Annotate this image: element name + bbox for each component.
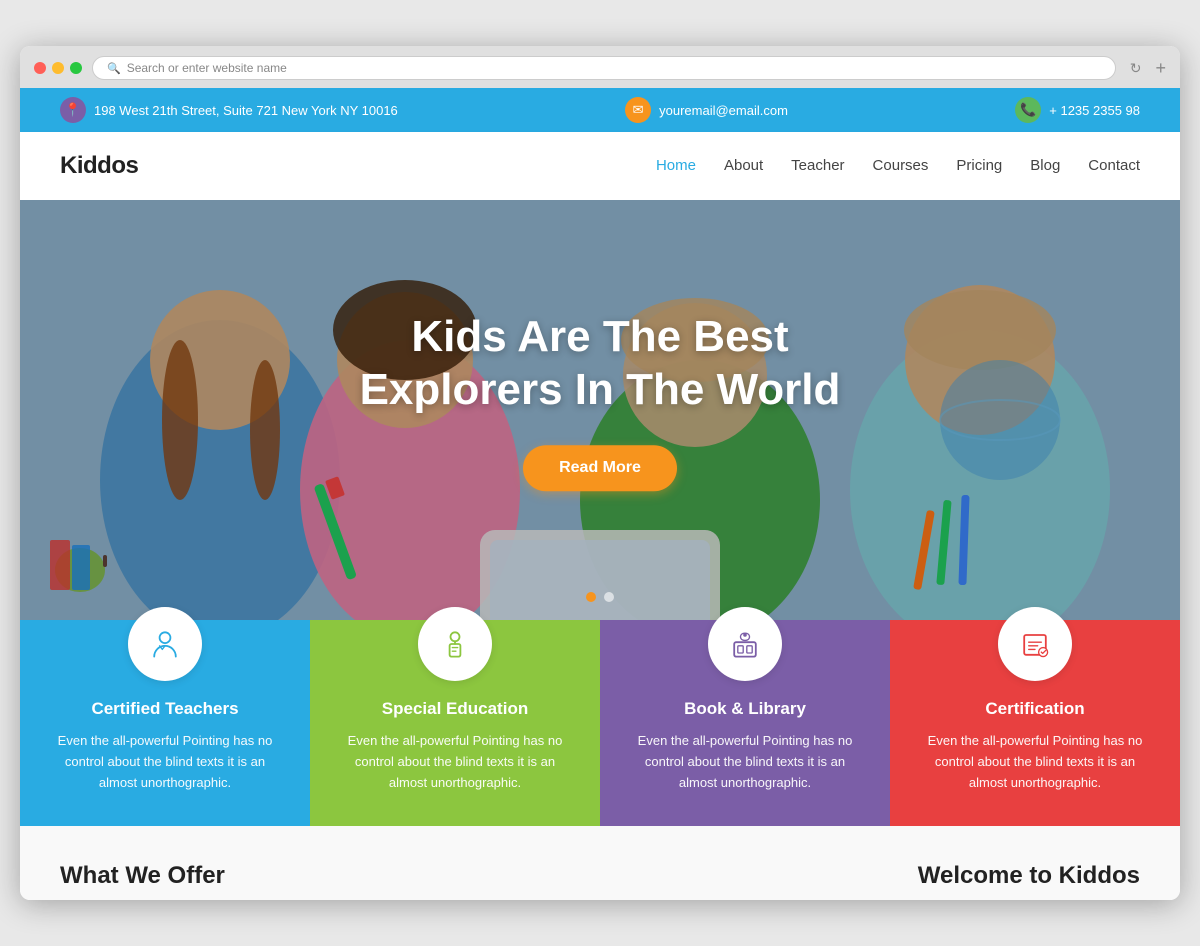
browser-dots bbox=[34, 62, 82, 74]
certification-icon-circle bbox=[998, 607, 1072, 681]
feature-card-library: Book & Library Even the all-powerful Poi… bbox=[600, 620, 890, 825]
teachers-title: Certified Teachers bbox=[48, 699, 282, 719]
library-title: Book & Library bbox=[628, 699, 862, 719]
nav-item-home[interactable]: Home bbox=[656, 157, 696, 175]
address-text: 198 West 21th Street, Suite 721 New York… bbox=[94, 103, 398, 118]
bottom-section: What We Offer Welcome to Kiddos bbox=[20, 826, 1180, 900]
library-desc: Even the all-powerful Pointing has no co… bbox=[628, 731, 862, 793]
teachers-icon-circle bbox=[128, 607, 202, 681]
certification-desc: Even the all-powerful Pointing has no co… bbox=[918, 731, 1152, 793]
nav-link-contact[interactable]: Contact bbox=[1088, 157, 1140, 174]
nav-item-pricing[interactable]: Pricing bbox=[956, 157, 1002, 175]
nav-link-pricing[interactable]: Pricing bbox=[956, 157, 1002, 174]
hero-background: Kids Are The Best Explorers In The World… bbox=[20, 200, 1180, 620]
education-title: Special Education bbox=[338, 699, 572, 719]
nav-link-teacher[interactable]: Teacher bbox=[791, 157, 844, 174]
close-dot[interactable] bbox=[34, 62, 46, 74]
nav-links: Home About Teacher Courses Pricing Blog … bbox=[656, 157, 1140, 175]
education-icon-circle bbox=[418, 607, 492, 681]
nav-link-blog[interactable]: Blog bbox=[1030, 157, 1060, 174]
hero-dots bbox=[586, 592, 614, 602]
phone-item: 📞 + 1235 2355 98 bbox=[1015, 97, 1140, 123]
library-icon-circle bbox=[708, 607, 782, 681]
email-text: youremail@email.com bbox=[659, 103, 788, 118]
feature-card-certification: Certification Even the all-powerful Poin… bbox=[890, 620, 1180, 825]
browser-window: 🔍 Search or enter website name ↻ + 📍 198… bbox=[20, 46, 1180, 899]
email-icon: ✉ bbox=[625, 97, 651, 123]
minimize-dot[interactable] bbox=[52, 62, 64, 74]
new-tab-button[interactable]: + bbox=[1155, 59, 1166, 77]
education-icon bbox=[437, 626, 473, 662]
hero-dot-2[interactable] bbox=[604, 592, 614, 602]
email-item: ✉ youremail@email.com bbox=[625, 97, 788, 123]
teacher-icon bbox=[147, 626, 183, 662]
nav-link-home[interactable]: Home bbox=[656, 157, 696, 174]
certification-title: Certification bbox=[918, 699, 1152, 719]
nav-item-blog[interactable]: Blog bbox=[1030, 157, 1060, 175]
address-icon: 📍 bbox=[60, 97, 86, 123]
feature-card-education: Special Education Even the all-powerful … bbox=[310, 620, 600, 825]
address-item: 📍 198 West 21th Street, Suite 721 New Yo… bbox=[60, 97, 398, 123]
reload-button[interactable]: ↻ bbox=[1130, 60, 1142, 77]
nav-item-courses[interactable]: Courses bbox=[873, 157, 929, 175]
phone-text: + 1235 2355 98 bbox=[1049, 103, 1140, 118]
browser-chrome: 🔍 Search or enter website name ↻ + bbox=[20, 46, 1180, 88]
nav-item-teacher[interactable]: Teacher bbox=[791, 157, 844, 175]
search-icon: 🔍 bbox=[107, 62, 121, 75]
feature-card-teachers: Certified Teachers Even the all-powerful… bbox=[20, 620, 310, 825]
logo: Kiddos bbox=[60, 152, 138, 180]
hero-dot-1[interactable] bbox=[586, 592, 596, 602]
education-desc: Even the all-powerful Pointing has no co… bbox=[338, 731, 572, 793]
library-icon bbox=[727, 626, 763, 662]
read-more-button[interactable]: Read More bbox=[523, 445, 677, 491]
hero-title: Kids Are The Best Explorers In The World bbox=[136, 312, 1064, 418]
address-bar-text: Search or enter website name bbox=[127, 61, 287, 75]
features-section: Certified Teachers Even the all-powerful… bbox=[20, 620, 1180, 825]
phone-icon: 📞 bbox=[1015, 97, 1041, 123]
nav-link-courses[interactable]: Courses bbox=[873, 157, 929, 174]
nav-link-about[interactable]: About bbox=[724, 157, 763, 174]
nav-item-contact[interactable]: Contact bbox=[1088, 157, 1140, 175]
navbar: Kiddos Home About Teacher Courses Pricin… bbox=[20, 132, 1180, 200]
nav-item-about[interactable]: About bbox=[724, 157, 763, 175]
hero-section: Kids Are The Best Explorers In The World… bbox=[20, 200, 1180, 620]
teachers-desc: Even the all-powerful Pointing has no co… bbox=[48, 731, 282, 793]
hero-content: Kids Are The Best Explorers In The World… bbox=[136, 312, 1064, 492]
what-we-offer-heading: What We Offer bbox=[60, 862, 225, 890]
maximize-dot[interactable] bbox=[70, 62, 82, 74]
top-bar: 📍 198 West 21th Street, Suite 721 New Yo… bbox=[20, 88, 1180, 132]
welcome-heading: Welcome to Kiddos bbox=[918, 862, 1140, 890]
certification-icon bbox=[1017, 626, 1053, 662]
address-bar[interactable]: 🔍 Search or enter website name bbox=[92, 56, 1116, 80]
